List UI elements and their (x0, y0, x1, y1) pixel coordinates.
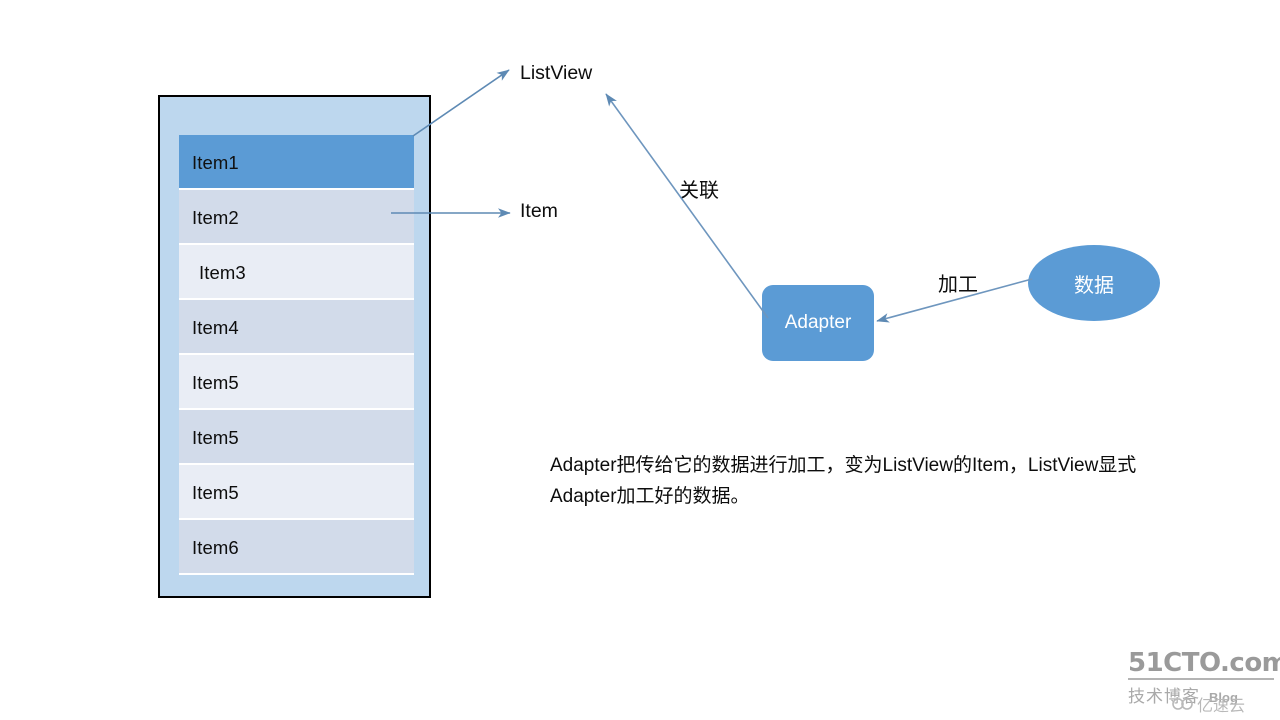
list-item-label: Item3 (199, 262, 246, 283)
item-callout-label: Item (520, 200, 558, 222)
association-edge-label: 关联 (679, 180, 719, 202)
cloud-icon (1172, 698, 1193, 710)
watermark-brand: 51CTO.com (1128, 648, 1280, 678)
listview-item-list: Item1 Item2 Item3 Item4 Item5 Item5 Item… (179, 135, 414, 575)
list-item[interactable]: Item6 (179, 520, 414, 575)
watermark-yisuyun: 亿速云 (1172, 692, 1245, 716)
list-item[interactable]: Item5 (179, 355, 414, 410)
description-text: Adapter把传给它的数据进行加工，变为ListView的Item，ListV… (550, 455, 1137, 507)
list-item[interactable]: Item4 (179, 300, 414, 355)
list-item[interactable]: Item1 (179, 135, 414, 190)
adapter-node-label: Adapter (784, 312, 852, 333)
watermark-divider (1128, 678, 1274, 680)
list-item[interactable]: Item3 (179, 245, 414, 300)
data-node: 数据 (1028, 245, 1160, 321)
list-item-label: Item4 (192, 317, 239, 338)
association-arrow (605, 93, 769, 319)
adapter-node: Adapter (762, 285, 874, 361)
list-item[interactable]: Item5 (179, 465, 414, 520)
list-item-label: Item5 (192, 372, 239, 393)
list-item-label: Item2 (192, 207, 239, 228)
listview-callout-label: ListView (520, 62, 593, 84)
list-item-label: Item1 (192, 152, 239, 173)
list-item-label: Item5 (192, 482, 239, 503)
processing-edge-label: 加工 (938, 274, 978, 296)
list-item[interactable]: Item5 (179, 410, 414, 465)
listview-container: Item1 Item2 Item3 Item4 Item5 Item5 Item… (158, 95, 431, 598)
watermark-secondary-label: 亿速云 (1197, 698, 1246, 715)
list-item-label: Item5 (192, 427, 239, 448)
list-item-label: Item6 (192, 537, 239, 558)
data-node-label: 数据 (1074, 274, 1114, 297)
list-item[interactable]: Item2 (179, 190, 414, 245)
